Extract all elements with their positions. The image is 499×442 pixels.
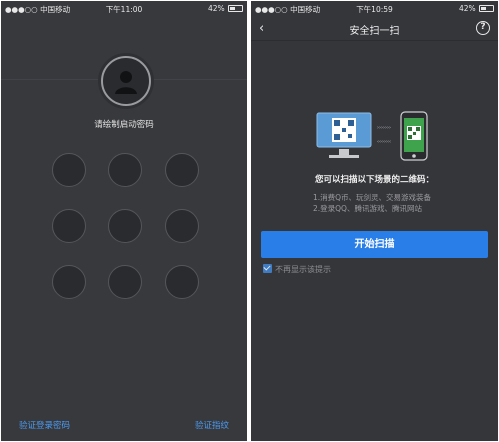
scan-scenario-2: 2.登录QQ、腾讯游戏、腾讯网站	[313, 204, 422, 213]
status-bar: ●●●○○ 中国移动 下午10:59 42%	[251, 1, 498, 17]
status-right: 42%	[459, 4, 494, 13]
arrows-icon: ››››››› ‹‹‹‹‹‹‹	[377, 125, 391, 145]
battery-percent: 42%	[458, 4, 476, 13]
scan-scenario-1: 1.消费Q币、玩剑灵、交易游戏装备	[313, 193, 432, 202]
pattern-dot-7[interactable]	[52, 265, 86, 299]
help-icon[interactable]: ?	[476, 21, 490, 35]
svg-text:‹‹‹‹‹‹‹: ‹‹‹‹‹‹‹	[377, 139, 391, 145]
phone-icon	[400, 111, 428, 161]
monitor-icon	[316, 112, 372, 158]
scan-illustration: ››››››› ‹‹‹‹‹‹‹	[316, 111, 428, 161]
page-title: 安全扫一扫	[349, 26, 400, 37]
verify-login-password-link[interactable]: 验证登录密码	[19, 419, 70, 431]
verify-fingerprint-link[interactable]: 验证指纹	[195, 419, 229, 431]
pattern-dot-6[interactable]	[165, 209, 199, 243]
nav-bar: ‹ 安全扫一扫 ?	[251, 17, 498, 41]
svg-text:›››››››: ›››››››	[377, 125, 391, 131]
gesture-lock-screen: ●●●○○ 中国移动 下午11:00 42% 请绘制启动密码 验证登录密码 验证…	[1, 1, 247, 441]
battery-icon	[479, 5, 494, 12]
draw-pattern-hint: 请绘制启动密码	[94, 120, 154, 130]
pattern-dot-2[interactable]	[108, 153, 142, 187]
start-scan-button[interactable]: 开始扫描	[261, 231, 488, 258]
scan-scenarios-title: 您可以扫描以下场景的二维码：	[314, 175, 434, 185]
pattern-dot-8[interactable]	[108, 265, 142, 299]
pattern-dot-9[interactable]	[165, 265, 199, 299]
battery-percent: 42%	[207, 4, 225, 13]
pattern-dot-1[interactable]	[52, 153, 86, 187]
status-bar: ●●●○○ 中国移动 下午11:00 42%	[1, 1, 247, 17]
user-silhouette-icon	[115, 71, 137, 94]
dont-show-label: 不再显示该提示	[275, 265, 331, 274]
status-right: 42%	[208, 4, 243, 13]
dont-show-checkbox[interactable]	[263, 264, 272, 273]
battery-icon	[228, 5, 243, 12]
pattern-dot-5[interactable]	[108, 209, 142, 243]
pattern-dot-3[interactable]	[165, 153, 199, 187]
avatar	[101, 56, 151, 106]
pattern-dot-4[interactable]	[52, 209, 86, 243]
security-scan-screen: ●●●○○ 中国移动 下午10:59 42% ‹ 安全扫一扫 ? ›››››››…	[251, 1, 498, 441]
dont-show-again-option[interactable]: 不再显示该提示	[263, 264, 331, 275]
